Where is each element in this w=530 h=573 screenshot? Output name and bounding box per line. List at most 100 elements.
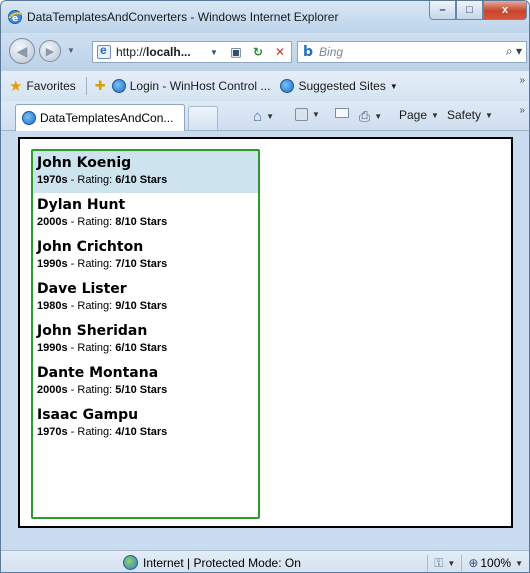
feeds-button[interactable]: ▼: [295, 108, 320, 121]
window-controls: – □ x: [429, 1, 527, 20]
security-zone[interactable]: Internet | Protected Mode: On: [123, 555, 301, 570]
list-item[interactable]: John Crichton 1990s - Rating: 7/10 Stars: [33, 235, 258, 277]
mail-button[interactable]: [335, 108, 349, 118]
minimize-button[interactable]: –: [429, 1, 456, 20]
item-detail: 1970s - Rating: 6/10 Stars: [37, 174, 168, 186]
item-name: Dante Montana: [37, 365, 159, 381]
tab-label: DataTemplatesAndCon...: [40, 111, 174, 125]
title-bar[interactable]: e DataTemplatesAndConverters - Windows I…: [1, 1, 529, 33]
item-detail: 1990s - Rating: 7/10 Stars: [37, 258, 168, 270]
item-detail: 1970s - Rating: 4/10 Stars: [37, 426, 168, 438]
search-icon[interactable]: ⌕ ▾: [506, 44, 522, 59]
list-item[interactable]: John Koenig 1970s - Rating: 6/10 Stars: [33, 151, 258, 193]
item-name: John Crichton: [37, 239, 144, 255]
item-detail: 1990s - Rating: 6/10 Stars: [37, 342, 168, 354]
item-detail: 2000s - Rating: 8/10 Stars: [37, 216, 168, 228]
ie-page-icon: [111, 79, 126, 93]
minimize-icon: –: [439, 4, 446, 16]
tab-bar: DataTemplatesAndCon... ⌂ ▼ ▼ ⎙ ▼ Page ▼ Saf…: [1, 101, 529, 131]
compatibility-view-icon[interactable]: ▣: [225, 45, 247, 59]
page-menu-button[interactable]: Page ▼: [399, 108, 439, 122]
maximize-icon: □: [466, 4, 473, 16]
list-item[interactable]: Isaac Gampu 1970s - Rating: 4/10 Stars: [33, 403, 258, 445]
print-button[interactable]: ⎙ ▼: [359, 108, 382, 125]
chevron-down-icon: ▼: [389, 81, 398, 91]
maximize-button[interactable]: □: [456, 1, 483, 20]
list-item[interactable]: John Sheridan 1990s - Rating: 6/10 Stars: [33, 319, 258, 361]
protected-mode-icon[interactable]: ⚿: [434, 556, 443, 571]
svg-text:e: e: [12, 14, 18, 24]
back-arrow-icon: ◀: [16, 42, 28, 59]
search-input[interactable]: Bing: [319, 45, 343, 59]
forward-arrow-icon: ▶: [45, 45, 55, 58]
chevron-down-icon: ▼: [266, 112, 274, 121]
ie-page-icon: [22, 111, 36, 125]
zoom-icon: ⊕: [468, 556, 479, 570]
separator: [427, 555, 429, 571]
close-button[interactable]: x: [483, 1, 527, 20]
chevron-down-icon: ▼: [374, 112, 383, 121]
chevron-down-icon[interactable]: ▼: [447, 559, 455, 568]
favorites-button[interactable]: ★ Favorites: [9, 77, 76, 95]
page-content: John Koenig 1970s - Rating: 6/10 Stars D…: [18, 137, 513, 528]
chevron-down-icon[interactable]: ▼: [515, 559, 523, 568]
list-item[interactable]: Dave Lister 1980s - Rating: 9/10 Stars: [33, 277, 258, 319]
status-bar: Internet | Protected Mode: On ⚿ ▼ ⊕ 100% ▼: [1, 550, 529, 572]
window-title: DataTemplatesAndConverters - Windows Int…: [27, 10, 339, 24]
favorite-link-label: Login - WinHost Control ...: [129, 79, 271, 93]
history-dropdown-icon[interactable]: ▼: [67, 46, 75, 55]
zone-label: Internet | Protected Mode: On: [143, 555, 301, 570]
favorites-bar: ★ Favorites ✚ Login - WinHost Control ..…: [1, 71, 529, 101]
zoom-level[interactable]: 100%: [480, 556, 511, 570]
tab-active[interactable]: DataTemplatesAndCon...: [15, 104, 185, 131]
list-item[interactable]: Dylan Hunt 2000s - Rating: 8/10 Stars: [33, 193, 258, 235]
home-icon: ⌂: [253, 108, 263, 125]
mail-icon: [335, 108, 349, 118]
item-detail: 1980s - Rating: 9/10 Stars: [37, 300, 168, 312]
item-name: John Koenig: [37, 155, 132, 171]
page-icon: [97, 43, 111, 59]
star-icon: ★: [9, 78, 23, 95]
new-tab-button[interactable]: [188, 106, 218, 130]
item-name: Dave Lister: [37, 281, 127, 297]
safety-menu-label: Safety: [447, 108, 482, 122]
forward-button[interactable]: ▶: [39, 40, 61, 62]
favorites-label: Favorites: [26, 79, 76, 93]
refresh-icon[interactable]: ↻: [247, 45, 269, 59]
back-button[interactable]: ◀: [9, 38, 35, 64]
bing-logo-icon: b: [303, 44, 314, 60]
close-icon: x: [501, 4, 509, 16]
separator: [85, 77, 87, 95]
chevron-down-icon: ▼: [485, 110, 493, 120]
address-dropdown-icon[interactable]: ▼: [203, 48, 225, 57]
chevron-down-icon: ▼: [312, 110, 320, 119]
item-name: Dylan Hunt: [37, 197, 126, 213]
favorite-link-label: Suggested Sites: [298, 79, 386, 93]
address-bar[interactable]: http://localh... ▼ ▣ ↻ ✕: [92, 41, 292, 63]
navigation-bar: ◀ ▶ ▼ http://localh... ▼ ▣ ↻ ✕ b Bing ⌕ …: [1, 33, 529, 71]
item-name: Isaac Gampu: [37, 407, 139, 423]
chevron-down-icon: ▼: [431, 110, 439, 120]
favorite-link-suggested-sites[interactable]: Suggested Sites ▼: [280, 79, 398, 93]
separator: [461, 555, 463, 571]
home-button[interactable]: ⌂ ▼: [253, 108, 274, 125]
add-favorite-icon[interactable]: ✚: [95, 78, 106, 94]
address-input[interactable]: http://localh...: [116, 45, 191, 59]
feeds-icon: [295, 108, 308, 121]
search-box[interactable]: b Bing ⌕ ▾: [297, 41, 527, 63]
more-chevron-icon[interactable]: »: [519, 105, 525, 116]
page-menu-label: Page: [399, 108, 428, 122]
ie-logo-icon: e: [8, 10, 23, 24]
item-detail: 2000s - Rating: 5/10 Stars: [37, 384, 168, 396]
list-item[interactable]: Dante Montana 2000s - Rating: 5/10 Stars: [33, 361, 258, 403]
status-tools: ⚿ ▼ ⊕ 100% ▼: [421, 555, 523, 571]
stop-icon[interactable]: ✕: [269, 45, 291, 59]
favorite-link-login[interactable]: Login - WinHost Control ...: [111, 79, 271, 93]
print-icon: ⎙: [359, 108, 371, 124]
item-name: John Sheridan: [37, 323, 148, 339]
globe-icon: [123, 555, 138, 570]
address-tools: ▼ ▣ ↻ ✕: [203, 42, 291, 62]
safety-menu-button[interactable]: Safety ▼: [447, 108, 493, 122]
more-chevron-icon[interactable]: »: [519, 75, 525, 86]
people-listbox[interactable]: John Koenig 1970s - Rating: 6/10 Stars D…: [31, 149, 260, 519]
